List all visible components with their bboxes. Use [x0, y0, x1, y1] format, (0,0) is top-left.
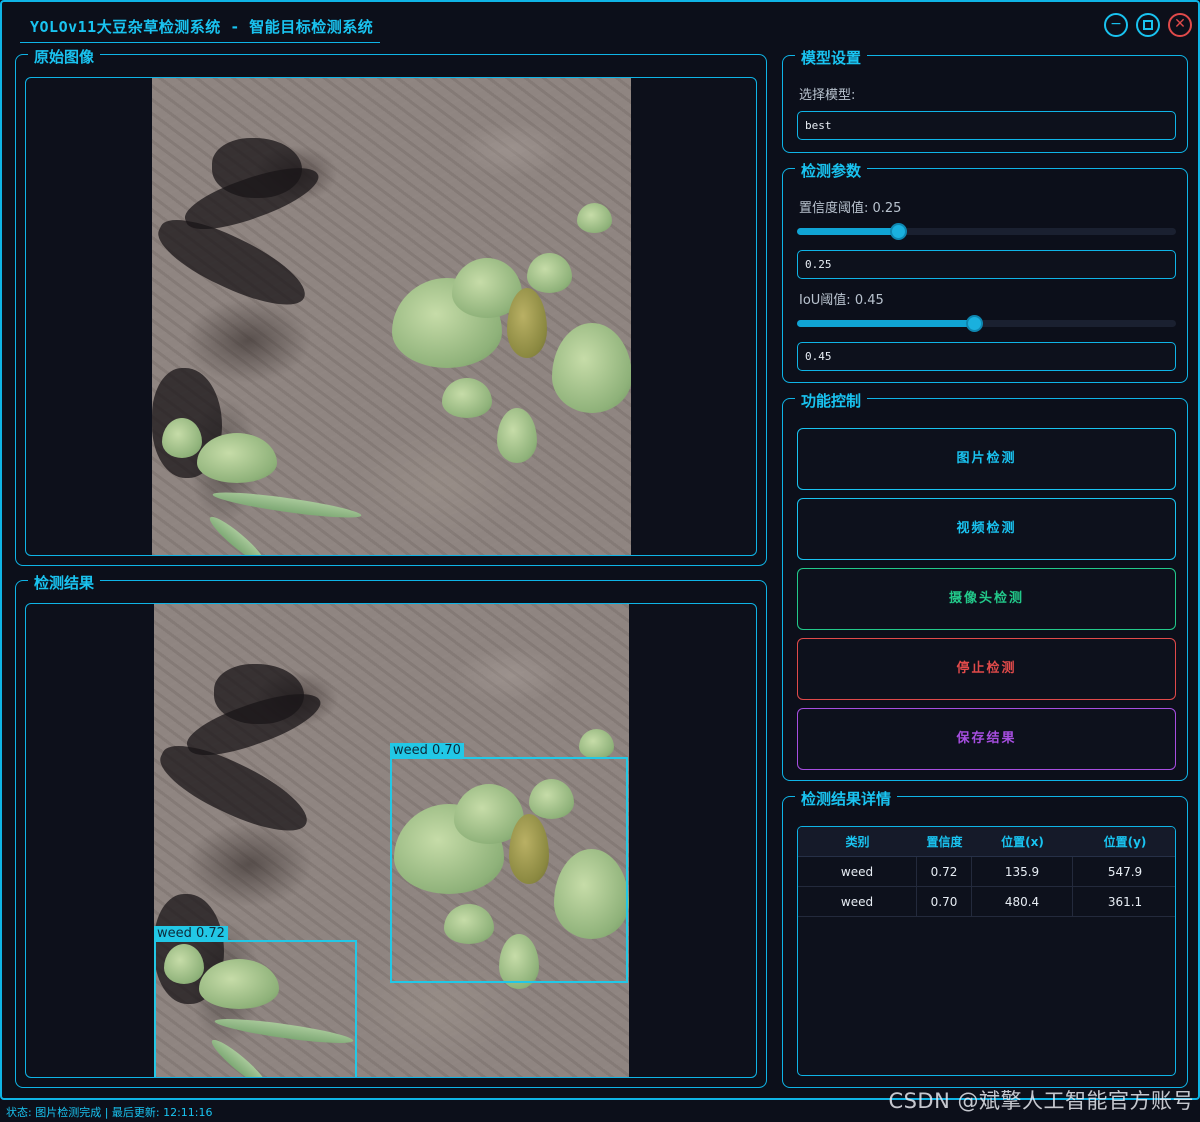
- column-header[interactable]: 位置(y): [1073, 827, 1175, 857]
- table-cell: 0.72: [917, 857, 972, 887]
- original-image: [152, 78, 631, 555]
- window-title: YOLOv11大豆杂草检测系统 - 智能目标检测系统: [30, 18, 374, 36]
- detection-details-title: 检测结果详情: [795, 788, 898, 809]
- detection-params-title: 检测参数: [795, 160, 868, 181]
- minimize-button[interactable]: −: [1104, 13, 1128, 37]
- function-control-title: 功能控制: [795, 390, 868, 411]
- detection-box: weed 0.70: [390, 743, 628, 983]
- table-row[interactable]: weed 0.72 135.9 547.9: [798, 857, 1175, 887]
- maximize-button[interactable]: [1136, 13, 1160, 37]
- table-cell: 480.4: [972, 887, 1073, 917]
- iou-slider-fill: [797, 320, 974, 327]
- original-image-frame: [25, 77, 757, 556]
- confidence-label: 置信度阈值: 0.25: [799, 201, 902, 216]
- x-circle-icon: ✕: [1174, 16, 1186, 32]
- confidence-slider-fill: [797, 228, 898, 235]
- column-header[interactable]: 位置(x): [972, 827, 1073, 857]
- detection-label: weed 0.72: [154, 926, 228, 941]
- model-settings-title: 模型设置: [795, 47, 868, 68]
- original-image-title: 原始图像: [28, 46, 101, 67]
- result-image-panel: 检测结果 weed 0.70 weed 0.72: [15, 572, 767, 1088]
- result-image-title: 检测结果: [28, 572, 101, 593]
- square-icon: [1143, 20, 1153, 30]
- image-detect-button[interactable]: 图片检测: [797, 428, 1176, 490]
- table-row[interactable]: weed 0.70 480.4 361.1: [798, 887, 1175, 917]
- column-header[interactable]: 置信度: [917, 827, 972, 857]
- title-underline: [20, 42, 380, 43]
- iou-slider[interactable]: [797, 315, 1176, 332]
- title-bar[interactable]: YOLOv11大豆杂草检测系统 - 智能目标检测系统 − ✕: [4, 4, 1198, 43]
- result-image-frame: weed 0.70 weed 0.72: [25, 603, 757, 1078]
- detection-box: weed 0.72: [154, 926, 357, 1077]
- table-cell: 135.9: [972, 857, 1073, 887]
- confidence-slider-handle[interactable]: [889, 223, 907, 240]
- function-control-panel: 功能控制 图片检测 视频检测 摄像头检测 停止检测 保存结果: [782, 390, 1188, 781]
- result-image: weed 0.70 weed 0.72: [154, 604, 629, 1077]
- column-header[interactable]: 类别: [798, 827, 917, 857]
- detection-params-panel: 检测参数 置信度阈值: 0.25 0.25 IoU阈值: 0.45 0.45: [782, 160, 1188, 383]
- confidence-input[interactable]: 0.25: [797, 250, 1176, 279]
- detection-details-panel: 检测结果详情 类别 置信度 位置(x) 位置(y) weed 0.72 135.…: [782, 788, 1188, 1088]
- iou-input[interactable]: 0.45: [797, 342, 1176, 371]
- watermark-text: CSDN @斌擎人工智能官方账号: [888, 1089, 1194, 1113]
- minus-icon: −: [1110, 16, 1122, 32]
- table-cell: weed: [798, 887, 917, 917]
- table-cell: weed: [798, 857, 917, 887]
- stop-detect-button[interactable]: 停止检测: [797, 638, 1176, 700]
- close-button[interactable]: ✕: [1168, 13, 1192, 37]
- model-select-label: 选择模型:: [799, 88, 856, 103]
- iou-slider-handle[interactable]: [965, 315, 983, 332]
- video-detect-button[interactable]: 视频检测: [797, 498, 1176, 560]
- camera-detect-button[interactable]: 摄像头检测: [797, 568, 1176, 630]
- table-cell: 547.9: [1107, 865, 1143, 879]
- confidence-slider[interactable]: [797, 223, 1176, 240]
- original-image-panel: 原始图像: [15, 46, 767, 566]
- app-window: YOLOv11大豆杂草检测系统 - 智能目标检测系统 − ✕ 原始图像 检测结果…: [0, 0, 1200, 1100]
- status-text: 状态: 图片检测完成 | 最后更新: 12:11:16: [6, 1106, 213, 1119]
- save-result-button[interactable]: 保存结果: [797, 708, 1176, 770]
- model-select[interactable]: best: [797, 111, 1176, 140]
- table-cell: 0.70: [917, 887, 972, 917]
- table-cell: 361.1: [1107, 895, 1143, 909]
- model-settings-panel: 模型设置 选择模型: best: [782, 47, 1188, 153]
- detection-table[interactable]: 类别 置信度 位置(x) 位置(y) weed 0.72 135.9 547.9…: [797, 826, 1176, 1076]
- iou-label: IoU阈值: 0.45: [799, 293, 884, 308]
- table-header: 类别 置信度 位置(x) 位置(y): [798, 827, 1175, 857]
- detection-label: weed 0.70: [390, 743, 464, 758]
